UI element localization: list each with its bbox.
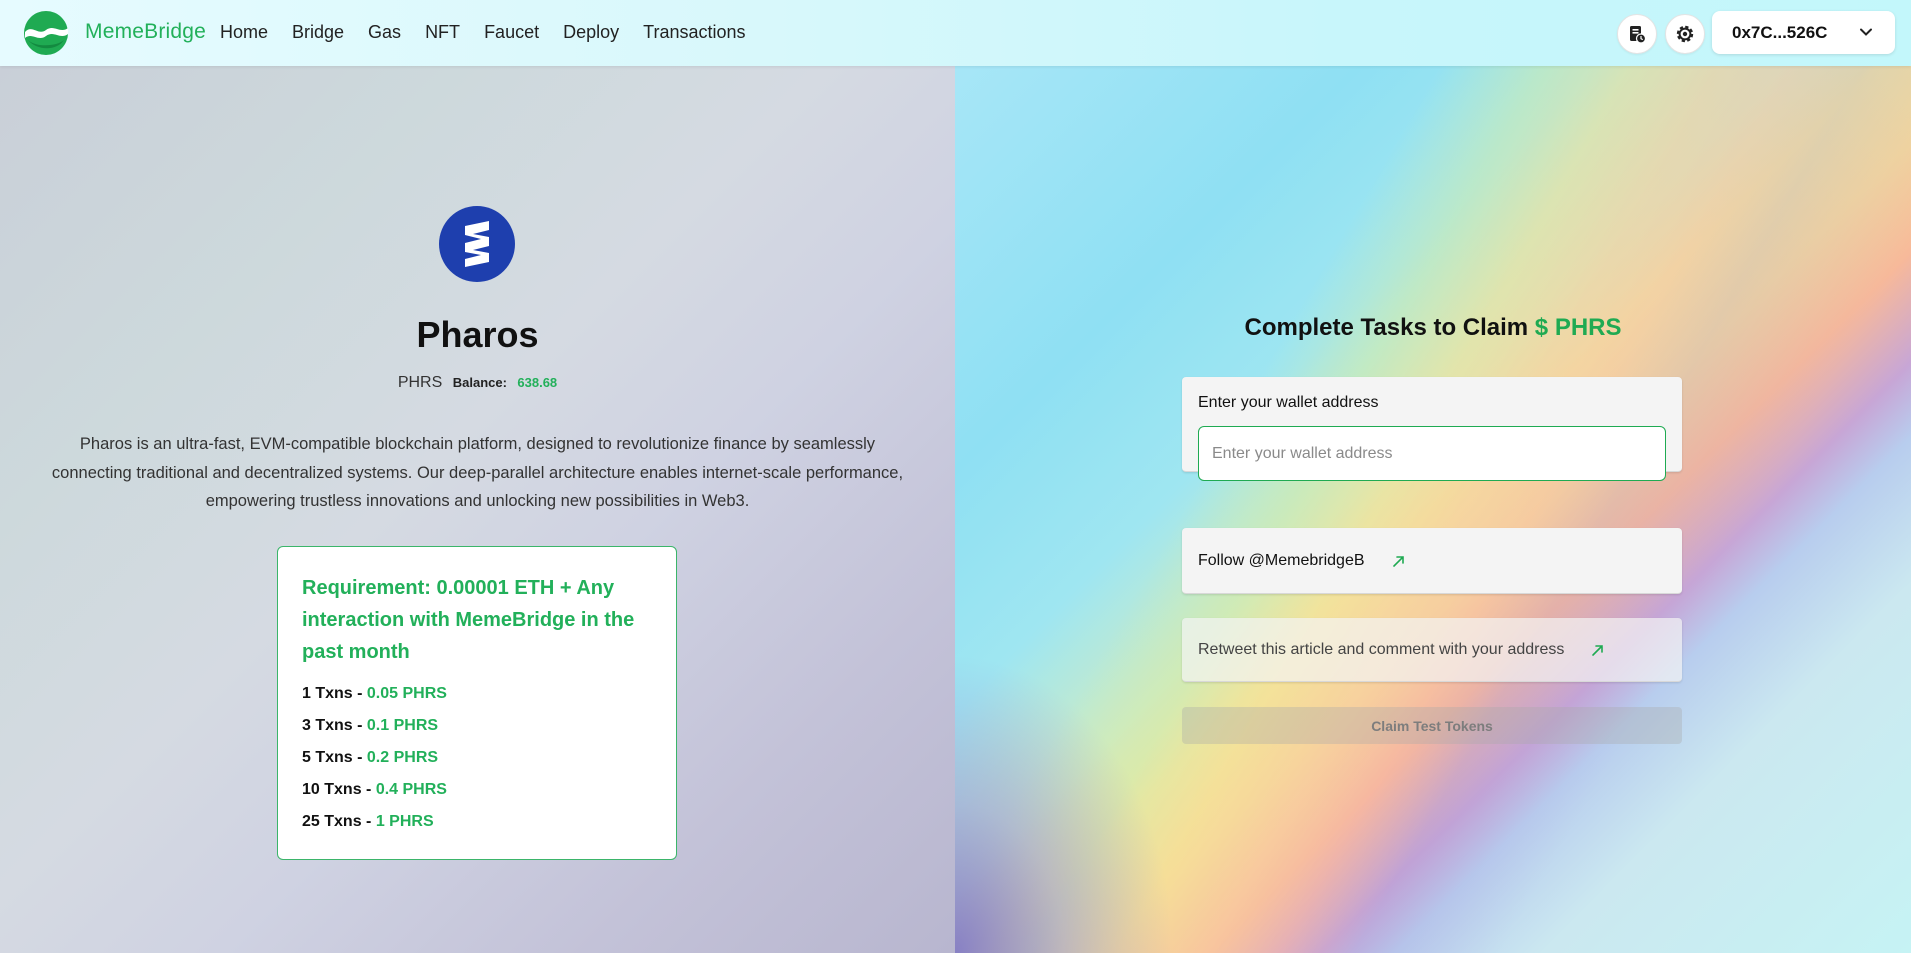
nav-gas[interactable]: Gas	[368, 22, 401, 43]
balance-row: PHRS Balance: 638.68	[0, 374, 955, 392]
tier-reward: 0.4 PHRS	[375, 781, 447, 798]
nav-bridge[interactable]: Bridge	[292, 22, 344, 43]
requirement-title: Requirement: 0.00001 ETH + Any interacti…	[302, 577, 635, 663]
tier-reward: 0.1 PHRS	[366, 717, 439, 734]
settings-button[interactable]	[1665, 14, 1705, 54]
claim-panel: Complete Tasks to Claim $ PHRS Enter you…	[955, 66, 1911, 953]
follow-task-text: Follow @MemebridgeB	[1198, 551, 1365, 569]
wallet-address: 0x7C...526C	[1732, 22, 1828, 42]
memebridge-logo-icon[interactable]	[22, 10, 70, 56]
balance-label: Balance:	[452, 375, 507, 390]
reward-tier-row: 1 Txns - 0.05 PHRS	[302, 678, 652, 710]
top-navbar: MemeBridge Home Bridge Gas NFT Faucet De…	[0, 0, 1911, 66]
nav-transactions[interactable]: Transactions	[643, 22, 745, 43]
retweet-task-card[interactable]: Retweet this article and comment with yo…	[1182, 618, 1682, 682]
claim-test-tokens-button[interactable]: Claim Test Tokens	[1182, 707, 1682, 744]
balance-value: 638.68	[517, 375, 558, 390]
claim-title: Complete Tasks to Claim $ PHRS	[955, 314, 1911, 342]
tier-txns: 5 Txns -	[302, 749, 367, 766]
tier-txns: 1 Txns -	[302, 685, 367, 702]
history-button[interactable]	[1617, 14, 1657, 54]
tier-txns: 3 Txns -	[302, 717, 367, 734]
reward-tier-row: 5 Txns - 0.2 PHRS	[302, 742, 652, 774]
follow-task-card[interactable]: Follow @MemebridgeB	[1182, 528, 1682, 594]
reward-tier-row: 3 Txns - 0.1 PHRS	[302, 710, 652, 742]
external-arrow-icon[interactable]	[1590, 642, 1606, 658]
chevron-down-icon	[1860, 28, 1872, 36]
wallet-address-input[interactable]	[1198, 426, 1666, 481]
wallet-address-card: Enter your wallet address	[1182, 377, 1682, 481]
nav-nft[interactable]: NFT	[425, 22, 460, 43]
reward-tiers-list: 1 Txns - 0.05 PHRS 3 Txns - 0.1 PHRS 5 T…	[302, 678, 652, 838]
brand-name[interactable]: MemeBridge	[85, 20, 206, 44]
external-arrow-icon[interactable]	[1391, 553, 1407, 569]
token-symbol: PHRS	[397, 374, 443, 391]
token-description: Pharos is an ultra-fast, EVM-compatible …	[51, 435, 904, 510]
token-info-panel: Pharos PHRS Balance: 638.68 Pharos is an…	[0, 66, 955, 953]
tier-reward: 1 PHRS	[375, 813, 434, 830]
claim-title-text: Complete Tasks to Claim	[1244, 314, 1535, 341]
nav-faucet[interactable]: Faucet	[484, 22, 539, 43]
nav-home[interactable]: Home	[220, 22, 268, 43]
settings-gear-icon	[1676, 25, 1694, 43]
tier-txns: 25 Txns -	[302, 813, 376, 830]
pharos-logo-icon	[439, 206, 515, 282]
reward-tier-row: 25 Txns - 1 PHRS	[302, 806, 652, 838]
background-glow	[955, 653, 1175, 953]
wallet-connect-button[interactable]: 0x7C...526C	[1712, 11, 1895, 54]
tier-txns: 10 Txns -	[302, 781, 376, 798]
claim-title-token: $ PHRS	[1534, 314, 1622, 341]
tier-reward: 0.05 PHRS	[366, 685, 447, 702]
reward-tier-row: 10 Txns - 0.4 PHRS	[302, 774, 652, 806]
retweet-task-text: Retweet this article and comment with yo…	[1198, 640, 1565, 658]
history-icon	[1630, 26, 1647, 44]
requirement-card: Requirement: 0.00001 ETH + Any interacti…	[277, 546, 677, 860]
token-name: Pharos	[416, 314, 539, 355]
tier-reward: 0.2 PHRS	[366, 749, 439, 766]
main-nav: Home Bridge Gas NFT Faucet Deploy Transa…	[220, 22, 770, 43]
nav-deploy[interactable]: Deploy	[563, 22, 619, 43]
wallet-address-label: Enter your wallet address	[1198, 394, 1379, 411]
